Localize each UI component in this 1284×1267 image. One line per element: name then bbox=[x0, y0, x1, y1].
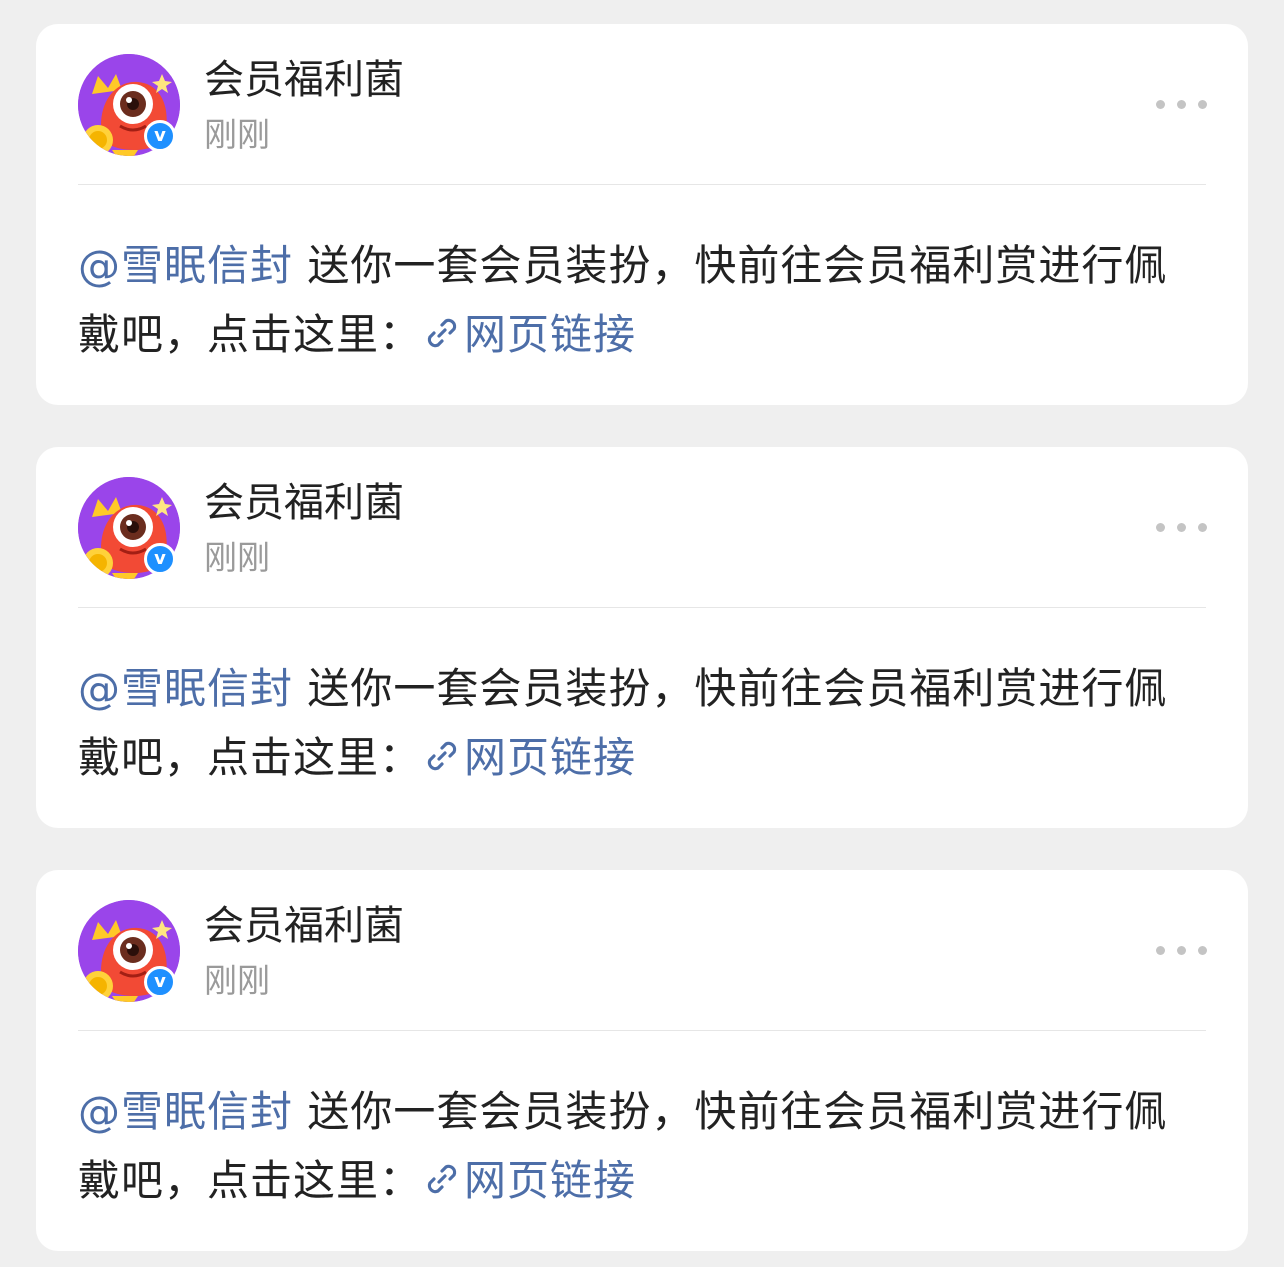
divider bbox=[78, 1030, 1206, 1031]
mention-link[interactable]: @雪眠信封 bbox=[78, 664, 293, 713]
more-icon bbox=[1156, 100, 1165, 109]
post-content: @雪眠信封 送你一套会员装扮，快前往会员福利赏进行佩戴吧，点击这里： 网页链接 bbox=[78, 1077, 1204, 1215]
web-link-label[interactable]: 网页链接 bbox=[464, 310, 636, 359]
author-name[interactable]: 会员福利菌 bbox=[204, 479, 404, 527]
mention-link[interactable]: @雪眠信封 bbox=[78, 241, 293, 290]
post-card[interactable]: v 会员福利菌 刚刚 @雪眠信封 送你一套会员装扮，快前往会员福利赏进行佩戴吧，… bbox=[36, 870, 1248, 1251]
more-options-button[interactable] bbox=[1146, 932, 1216, 968]
more-options-button[interactable] bbox=[1146, 86, 1216, 122]
post-content: @雪眠信封 送你一套会员装扮，快前往会员福利赏进行佩戴吧，点击这里： 网页链接 bbox=[78, 231, 1204, 369]
web-link[interactable]: 网页链接 bbox=[422, 310, 636, 359]
verified-badge-icon: v bbox=[144, 120, 176, 152]
post-time: 刚刚 bbox=[204, 961, 270, 1000]
web-link[interactable]: 网页链接 bbox=[422, 733, 636, 782]
link-icon bbox=[427, 318, 457, 348]
more-options-button[interactable] bbox=[1146, 509, 1216, 545]
divider bbox=[78, 184, 1206, 185]
author-name[interactable]: 会员福利菌 bbox=[204, 56, 404, 104]
author-name[interactable]: 会员福利菌 bbox=[204, 902, 404, 950]
divider bbox=[78, 607, 1206, 608]
link-icon bbox=[427, 741, 457, 771]
post-card[interactable]: v 会员福利菌 刚刚 @雪眠信封 送你一套会员装扮，快前往会员福利赏进行佩戴吧，… bbox=[36, 24, 1248, 405]
web-link-label[interactable]: 网页链接 bbox=[464, 1156, 636, 1205]
post-time: 刚刚 bbox=[204, 115, 270, 154]
web-link[interactable]: 网页链接 bbox=[422, 1156, 636, 1205]
more-icon bbox=[1156, 946, 1165, 955]
web-link-label[interactable]: 网页链接 bbox=[464, 733, 636, 782]
post-content: @雪眠信封 送你一套会员装扮，快前往会员福利赏进行佩戴吧，点击这里： 网页链接 bbox=[78, 654, 1204, 792]
post-card[interactable]: v 会员福利菌 刚刚 @雪眠信封 送你一套会员装扮，快前往会员福利赏进行佩戴吧，… bbox=[36, 447, 1248, 828]
post-time: 刚刚 bbox=[204, 538, 270, 577]
more-icon bbox=[1156, 523, 1165, 532]
verified-badge-icon: v bbox=[144, 966, 176, 998]
link-icon bbox=[427, 1164, 457, 1194]
mention-link[interactable]: @雪眠信封 bbox=[78, 1087, 293, 1136]
verified-badge-icon: v bbox=[144, 543, 176, 575]
